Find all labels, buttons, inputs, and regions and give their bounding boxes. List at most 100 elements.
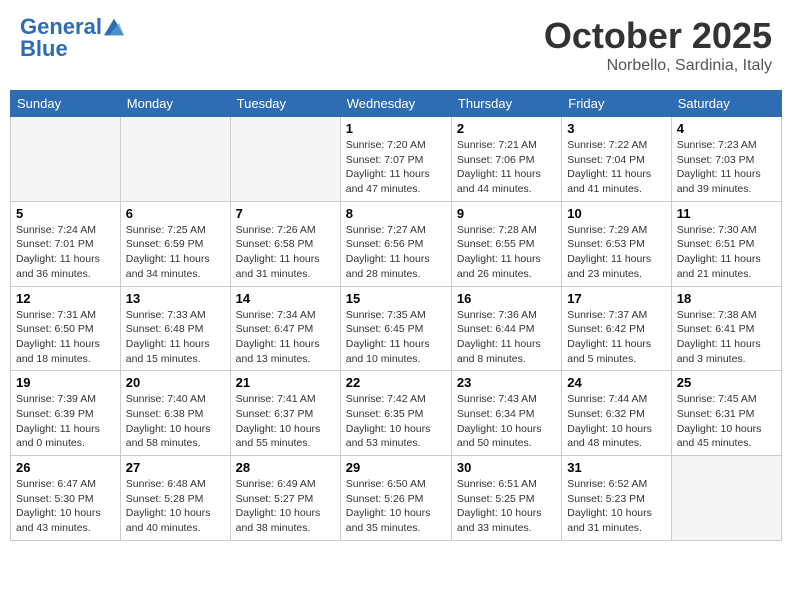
day-number: 15 bbox=[346, 291, 446, 306]
calendar-cell: 13 Sunrise: 7:33 AM Sunset: 6:48 PM Dayli… bbox=[120, 286, 230, 371]
day-info: Sunrise: 7:23 AM Sunset: 7:03 PM Dayligh… bbox=[677, 138, 776, 197]
week-row-3: 19 Sunrise: 7:39 AM Sunset: 6:39 PM Dayli… bbox=[11, 371, 782, 456]
day-info: Sunrise: 6:52 AM Sunset: 5:23 PM Dayligh… bbox=[567, 477, 665, 536]
calendar-cell: 18 Sunrise: 7:38 AM Sunset: 6:41 PM Dayli… bbox=[671, 286, 781, 371]
calendar-cell: 29 Sunrise: 6:50 AM Sunset: 5:26 PM Dayli… bbox=[340, 456, 451, 541]
calendar-table: SundayMondayTuesdayWednesdayThursdayFrid… bbox=[10, 90, 782, 541]
calendar-cell: 3 Sunrise: 7:22 AM Sunset: 7:04 PM Daylig… bbox=[562, 117, 671, 202]
day-number: 21 bbox=[236, 375, 335, 390]
day-number: 14 bbox=[236, 291, 335, 306]
day-info: Sunrise: 7:21 AM Sunset: 7:06 PM Dayligh… bbox=[457, 138, 556, 197]
calendar-cell: 19 Sunrise: 7:39 AM Sunset: 6:39 PM Dayli… bbox=[11, 371, 121, 456]
calendar-cell: 11Sunrise: 7:30 AM Sunset: 6:51 PM Dayli… bbox=[671, 201, 781, 286]
day-info: Sunrise: 7:42 AM Sunset: 6:35 PM Dayligh… bbox=[346, 392, 446, 451]
day-info: Sunrise: 7:37 AM Sunset: 6:42 PM Dayligh… bbox=[567, 308, 665, 367]
day-number: 22 bbox=[346, 375, 446, 390]
day-info: Sunrise: 6:48 AM Sunset: 5:28 PM Dayligh… bbox=[126, 477, 225, 536]
day-info: Sunrise: 6:50 AM Sunset: 5:26 PM Dayligh… bbox=[346, 477, 446, 536]
calendar-cell: 15Sunrise: 7:35 AM Sunset: 6:45 PM Dayli… bbox=[340, 286, 451, 371]
logo: General Blue bbox=[20, 15, 124, 61]
day-info: Sunrise: 7:38 AM Sunset: 6:41 PM Dayligh… bbox=[677, 308, 776, 367]
day-number: 16 bbox=[457, 291, 556, 306]
calendar-cell: 28Sunrise: 6:49 AM Sunset: 5:27 PM Dayli… bbox=[230, 456, 340, 541]
day-info: Sunrise: 6:49 AM Sunset: 5:27 PM Dayligh… bbox=[236, 477, 335, 536]
calendar-cell bbox=[120, 117, 230, 202]
calendar-cell: 10 Sunrise: 7:29 AM Sunset: 6:53 PM Dayli… bbox=[562, 201, 671, 286]
day-number: 3 bbox=[567, 121, 665, 136]
day-number: 20 bbox=[126, 375, 225, 390]
calendar-cell bbox=[230, 117, 340, 202]
weekday-header-thursday: Thursday bbox=[451, 91, 561, 117]
logo-icon bbox=[104, 17, 124, 37]
day-number: 5 bbox=[16, 206, 115, 221]
month-title: October 2025 bbox=[544, 15, 772, 57]
day-number: 12 bbox=[16, 291, 115, 306]
day-info: Sunrise: 7:25 AM Sunset: 6:59 PM Dayligh… bbox=[126, 223, 225, 282]
calendar-cell: 27 Sunrise: 6:48 AM Sunset: 5:28 PM Dayli… bbox=[120, 456, 230, 541]
day-number: 8 bbox=[346, 206, 446, 221]
day-info: Sunrise: 6:47 AM Sunset: 5:30 PM Dayligh… bbox=[16, 477, 115, 536]
day-info: Sunrise: 7:28 AM Sunset: 6:55 PM Dayligh… bbox=[457, 223, 556, 282]
day-number: 31 bbox=[567, 460, 665, 475]
day-number: 27 bbox=[126, 460, 225, 475]
day-number: 7 bbox=[236, 206, 335, 221]
calendar-cell: 7 Sunrise: 7:26 AM Sunset: 6:58 PM Daylig… bbox=[230, 201, 340, 286]
day-number: 26 bbox=[16, 460, 115, 475]
day-info: Sunrise: 7:26 AM Sunset: 6:58 PM Dayligh… bbox=[236, 223, 335, 282]
weekday-header-monday: Monday bbox=[120, 91, 230, 117]
day-number: 1 bbox=[346, 121, 446, 136]
day-info: Sunrise: 7:33 AM Sunset: 6:48 PM Dayligh… bbox=[126, 308, 225, 367]
week-row-1: 5 Sunrise: 7:24 AM Sunset: 7:01 PM Daylig… bbox=[11, 201, 782, 286]
day-number: 2 bbox=[457, 121, 556, 136]
day-number: 29 bbox=[346, 460, 446, 475]
day-info: Sunrise: 7:22 AM Sunset: 7:04 PM Dayligh… bbox=[567, 138, 665, 197]
page-header: General Blue October 2025 Norbello, Sard… bbox=[10, 10, 782, 80]
day-number: 30 bbox=[457, 460, 556, 475]
day-number: 6 bbox=[126, 206, 225, 221]
day-info: Sunrise: 7:34 AM Sunset: 6:47 PM Dayligh… bbox=[236, 308, 335, 367]
day-number: 23 bbox=[457, 375, 556, 390]
calendar-cell: 4Sunrise: 7:23 AM Sunset: 7:03 PM Daylig… bbox=[671, 117, 781, 202]
calendar-cell: 14 Sunrise: 7:34 AM Sunset: 6:47 PM Dayli… bbox=[230, 286, 340, 371]
calendar-cell: 6 Sunrise: 7:25 AM Sunset: 6:59 PM Daylig… bbox=[120, 201, 230, 286]
week-row-2: 12 Sunrise: 7:31 AM Sunset: 6:50 PM Dayli… bbox=[11, 286, 782, 371]
calendar-cell: 16Sunrise: 7:36 AM Sunset: 6:44 PM Dayli… bbox=[451, 286, 561, 371]
day-info: Sunrise: 7:20 AM Sunset: 7:07 PM Dayligh… bbox=[346, 138, 446, 197]
calendar-cell: 5 Sunrise: 7:24 AM Sunset: 7:01 PM Daylig… bbox=[11, 201, 121, 286]
title-block: October 2025 Norbello, Sardinia, Italy bbox=[544, 15, 772, 75]
calendar-cell bbox=[11, 117, 121, 202]
day-number: 25 bbox=[677, 375, 776, 390]
day-number: 24 bbox=[567, 375, 665, 390]
calendar-cell: 17Sunrise: 7:37 AM Sunset: 6:42 PM Dayli… bbox=[562, 286, 671, 371]
day-number: 13 bbox=[126, 291, 225, 306]
weekday-header-tuesday: Tuesday bbox=[230, 91, 340, 117]
calendar-cell: 30Sunrise: 6:51 AM Sunset: 5:25 PM Dayli… bbox=[451, 456, 561, 541]
day-number: 11 bbox=[677, 206, 776, 221]
calendar-cell bbox=[671, 456, 781, 541]
day-info: Sunrise: 7:31 AM Sunset: 6:50 PM Dayligh… bbox=[16, 308, 115, 367]
calendar-cell: 2 Sunrise: 7:21 AM Sunset: 7:06 PM Daylig… bbox=[451, 117, 561, 202]
calendar-cell: 8 Sunrise: 7:27 AM Sunset: 6:56 PM Daylig… bbox=[340, 201, 451, 286]
calendar-cell: 31 Sunrise: 6:52 AM Sunset: 5:23 PM Dayli… bbox=[562, 456, 671, 541]
calendar-cell: 23Sunrise: 7:43 AM Sunset: 6:34 PM Dayli… bbox=[451, 371, 561, 456]
calendar-cell: 20Sunrise: 7:40 AM Sunset: 6:38 PM Dayli… bbox=[120, 371, 230, 456]
day-info: Sunrise: 7:41 AM Sunset: 6:37 PM Dayligh… bbox=[236, 392, 335, 451]
day-number: 18 bbox=[677, 291, 776, 306]
calendar-cell: 26 Sunrise: 6:47 AM Sunset: 5:30 PM Dayli… bbox=[11, 456, 121, 541]
day-number: 9 bbox=[457, 206, 556, 221]
weekday-header-wednesday: Wednesday bbox=[340, 91, 451, 117]
calendar-cell: 21 Sunrise: 7:41 AM Sunset: 6:37 PM Dayli… bbox=[230, 371, 340, 456]
day-info: Sunrise: 7:44 AM Sunset: 6:32 PM Dayligh… bbox=[567, 392, 665, 451]
calendar-cell: 12 Sunrise: 7:31 AM Sunset: 6:50 PM Dayli… bbox=[11, 286, 121, 371]
day-info: Sunrise: 7:29 AM Sunset: 6:53 PM Dayligh… bbox=[567, 223, 665, 282]
day-info: Sunrise: 7:27 AM Sunset: 6:56 PM Dayligh… bbox=[346, 223, 446, 282]
day-info: Sunrise: 7:39 AM Sunset: 6:39 PM Dayligh… bbox=[16, 392, 115, 451]
day-number: 19 bbox=[16, 375, 115, 390]
day-info: Sunrise: 7:24 AM Sunset: 7:01 PM Dayligh… bbox=[16, 223, 115, 282]
day-number: 10 bbox=[567, 206, 665, 221]
logo-blue: Blue bbox=[20, 37, 124, 61]
week-row-0: 1 Sunrise: 7:20 AM Sunset: 7:07 PM Daylig… bbox=[11, 117, 782, 202]
calendar-cell: 22 Sunrise: 7:42 AM Sunset: 6:35 PM Dayli… bbox=[340, 371, 451, 456]
calendar-cell: 24 Sunrise: 7:44 AM Sunset: 6:32 PM Dayli… bbox=[562, 371, 671, 456]
weekday-header-friday: Friday bbox=[562, 91, 671, 117]
